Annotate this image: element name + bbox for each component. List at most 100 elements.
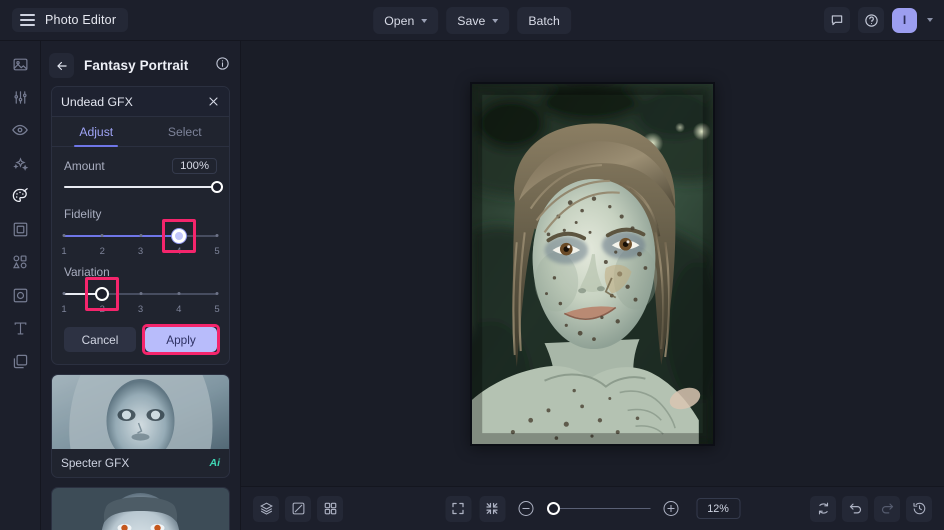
chevron-down-icon — [421, 19, 428, 23]
preset-thumbnail — [52, 488, 229, 530]
rail-item-layers[interactable] — [5, 348, 35, 374]
slider-tick-label: 2 — [99, 246, 105, 257]
arrow-left-icon — [56, 61, 67, 70]
close-button[interactable] — [207, 95, 220, 108]
slider-tick-dot — [177, 292, 181, 295]
help-button[interactable] — [858, 7, 884, 33]
info-button[interactable] — [215, 56, 230, 76]
effect-controls: Amount 100% Fidelity 1 2 3 4 5 Variation… — [52, 147, 229, 364]
slider-tick-label: 2 — [99, 304, 105, 315]
preset-list: Specter GFX Ai — [41, 365, 240, 530]
fidelity-label: Fidelity — [64, 207, 102, 221]
zoom-knob[interactable] — [546, 501, 560, 515]
fidelity-slider[interactable] — [62, 219, 219, 253]
tab-select[interactable]: Select — [141, 117, 230, 146]
zoom-slider[interactable] — [546, 501, 650, 516]
slider-tick-label: 4 — [176, 246, 182, 257]
preset-item-next[interactable] — [51, 487, 230, 530]
effect-name: Undead GFX — [61, 94, 133, 109]
rail-item-frame[interactable] — [5, 216, 35, 242]
left-panel: Fantasy Portrait Undead GFX Adjust Selec… — [41, 41, 241, 530]
slider-tick-label: 1 — [61, 304, 67, 315]
slider-tick-label: 5 — [214, 246, 220, 257]
slider-tick-dot — [215, 234, 219, 237]
compare-icon — [292, 502, 304, 515]
fit-screen-button[interactable] — [445, 495, 471, 522]
batch-button[interactable]: Batch — [517, 7, 571, 34]
amount-knob[interactable] — [211, 181, 223, 193]
canvas[interactable] — [241, 41, 944, 486]
effect-tabs: Adjust Select — [52, 117, 229, 147]
grid-button[interactable] — [317, 495, 343, 522]
text-icon — [14, 322, 26, 334]
shapes-icon — [13, 255, 27, 269]
slider-tick-dot — [215, 292, 219, 295]
rail-item-image[interactable] — [5, 51, 35, 77]
zoom-value[interactable]: 12% — [696, 498, 740, 519]
undead-portrait-image — [472, 83, 713, 444]
fit-content-button[interactable] — [479, 495, 505, 522]
rail-item-transform[interactable] — [5, 282, 35, 308]
zoom-out-button[interactable] — [513, 496, 539, 522]
photo-preview[interactable] — [470, 81, 715, 446]
slider-tick-dot — [100, 234, 104, 237]
slider-tick-label: 3 — [137, 304, 144, 315]
layers-stack-button[interactable] — [253, 495, 279, 522]
rail-item-effects-ai[interactable] — [5, 150, 35, 176]
variation-slider[interactable] — [62, 277, 219, 311]
reset-button[interactable] — [810, 495, 836, 522]
compare-button[interactable] — [285, 495, 311, 522]
history-controls — [810, 495, 932, 522]
avatar[interactable]: I — [892, 7, 917, 33]
fit-content-icon — [486, 502, 498, 515]
fidelity-knob[interactable] — [171, 229, 186, 243]
slider-tick-label: 1 — [61, 246, 67, 257]
fit-screen-icon — [452, 502, 464, 515]
open-label: Open — [384, 13, 415, 28]
save-button[interactable]: Save — [446, 7, 510, 34]
effect-card: Undead GFX Adjust Select Amount 100% Fid… — [51, 86, 230, 365]
rail-item-shapes[interactable] — [5, 249, 35, 275]
rail-item-text[interactable] — [5, 315, 35, 341]
undo-button[interactable] — [842, 495, 868, 522]
help-icon — [864, 13, 878, 27]
rail-item-adjustments[interactable] — [5, 84, 35, 110]
top-right-controls: I — [824, 7, 933, 33]
chevron-down-icon[interactable] — [927, 18, 933, 22]
undo-icon — [849, 503, 861, 514]
panel-header: Fantasy Portrait — [41, 48, 240, 83]
slider-tick-label: 4 — [176, 304, 182, 315]
amount-value: 100% — [172, 158, 217, 174]
amount-slider[interactable] — [64, 181, 223, 193]
layers-stack-icon — [259, 502, 273, 515]
rail-item-preview[interactable] — [5, 117, 35, 143]
zoom-out-icon — [518, 501, 534, 516]
tab-adjust[interactable]: Adjust — [52, 117, 141, 146]
adjustments-icon — [13, 90, 27, 104]
grid-icon — [324, 502, 336, 515]
ai-badge: Ai — [209, 457, 221, 469]
comment-button[interactable] — [824, 7, 850, 33]
fidelity-fill — [64, 235, 179, 237]
variation-knob[interactable] — [95, 287, 110, 301]
slider-tick-label: 3 — [137, 246, 144, 257]
preset-thumbnail — [52, 375, 229, 449]
variation-ticks: 1 2 3 4 5 — [61, 304, 219, 317]
eye-icon — [12, 124, 28, 136]
cancel-button[interactable]: Cancel — [64, 327, 136, 352]
top-actions: Open Save Batch — [373, 0, 571, 41]
back-button[interactable] — [49, 53, 74, 78]
batch-label: Batch — [528, 13, 560, 28]
variation-group: Variation 1 2 3 4 5 — [61, 265, 219, 317]
open-button[interactable]: Open — [373, 7, 439, 34]
redo-button[interactable] — [874, 495, 900, 522]
reset-icon — [818, 502, 828, 515]
tool-rail — [0, 41, 41, 530]
apply-button[interactable]: Apply — [142, 324, 220, 355]
preset-item-specter[interactable]: Specter GFX Ai — [51, 374, 230, 478]
main-body: Fantasy Portrait Undead GFX Adjust Selec… — [0, 41, 944, 530]
history-button[interactable] — [906, 495, 932, 522]
app-menu-button[interactable]: Photo Editor — [12, 8, 129, 32]
zoom-in-button[interactable] — [658, 496, 684, 522]
rail-item-palette[interactable] — [5, 183, 35, 209]
